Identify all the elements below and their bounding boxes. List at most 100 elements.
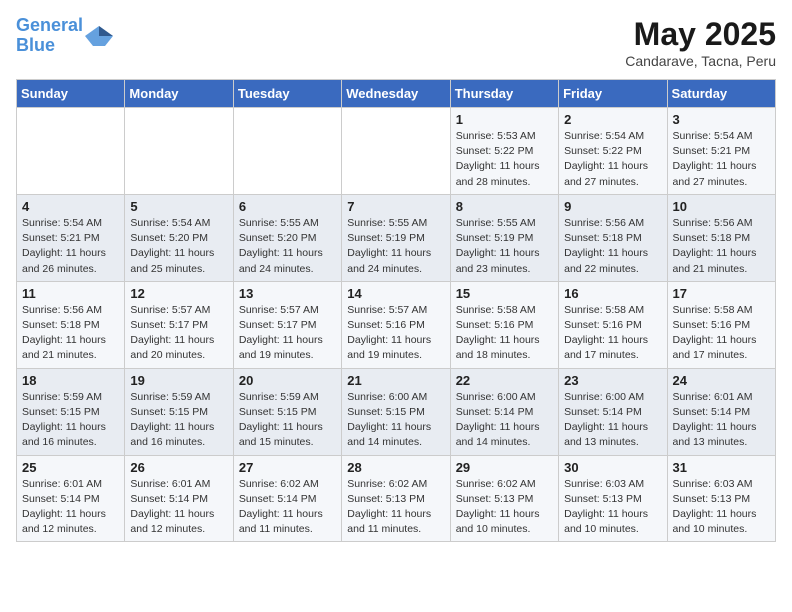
day-number: 15 [456, 286, 553, 301]
weekday-saturday: Saturday [667, 80, 775, 108]
calendar-cell: 3 Sunrise: 5:54 AM Sunset: 5:21 PM Daylig… [667, 108, 775, 195]
day-detail: Sunrise: 5:54 AM Sunset: 5:22 PM Dayligh… [564, 130, 648, 188]
calendar-cell: 29 Sunrise: 6:02 AM Sunset: 5:13 PM Dayli… [450, 455, 558, 542]
calendar-week-2: 4 Sunrise: 5:54 AM Sunset: 5:21 PM Daylig… [17, 194, 776, 281]
calendar-cell: 23 Sunrise: 6:00 AM Sunset: 5:14 PM Dayli… [559, 368, 667, 455]
day-number: 7 [347, 199, 444, 214]
calendar-cell: 10 Sunrise: 5:56 AM Sunset: 5:18 PM Dayli… [667, 194, 775, 281]
calendar-cell: 1 Sunrise: 5:53 AM Sunset: 5:22 PM Daylig… [450, 108, 558, 195]
day-number: 5 [130, 199, 227, 214]
calendar-week-1: 1 Sunrise: 5:53 AM Sunset: 5:22 PM Daylig… [17, 108, 776, 195]
day-number: 9 [564, 199, 661, 214]
weekday-thursday: Thursday [450, 80, 558, 108]
calendar-cell: 21 Sunrise: 6:00 AM Sunset: 5:15 PM Dayli… [342, 368, 450, 455]
calendar-cell: 16 Sunrise: 5:58 AM Sunset: 5:16 PM Dayli… [559, 281, 667, 368]
day-detail: Sunrise: 5:55 AM Sunset: 5:19 PM Dayligh… [456, 217, 540, 275]
day-detail: Sunrise: 5:58 AM Sunset: 5:16 PM Dayligh… [456, 304, 540, 362]
day-number: 6 [239, 199, 336, 214]
calendar-cell: 20 Sunrise: 5:59 AM Sunset: 5:15 PM Dayli… [233, 368, 341, 455]
location: Candarave, Tacna, Peru [625, 53, 776, 69]
day-detail: Sunrise: 6:02 AM Sunset: 5:13 PM Dayligh… [347, 478, 431, 536]
day-detail: Sunrise: 5:54 AM Sunset: 5:21 PM Dayligh… [673, 130, 757, 188]
weekday-friday: Friday [559, 80, 667, 108]
day-detail: Sunrise: 5:58 AM Sunset: 5:16 PM Dayligh… [673, 304, 757, 362]
day-number: 27 [239, 460, 336, 475]
calendar-table: SundayMondayTuesdayWednesdayThursdayFrid… [16, 79, 776, 542]
calendar-cell: 27 Sunrise: 6:02 AM Sunset: 5:14 PM Dayli… [233, 455, 341, 542]
day-detail: Sunrise: 6:01 AM Sunset: 5:14 PM Dayligh… [130, 478, 214, 536]
weekday-sunday: Sunday [17, 80, 125, 108]
day-number: 17 [673, 286, 770, 301]
calendar-cell: 4 Sunrise: 5:54 AM Sunset: 5:21 PM Daylig… [17, 194, 125, 281]
day-detail: Sunrise: 5:59 AM Sunset: 5:15 PM Dayligh… [239, 391, 323, 449]
title-block: May 2025 Candarave, Tacna, Peru [625, 16, 776, 69]
day-number: 19 [130, 373, 227, 388]
day-detail: Sunrise: 5:57 AM Sunset: 5:17 PM Dayligh… [239, 304, 323, 362]
calendar-cell: 2 Sunrise: 5:54 AM Sunset: 5:22 PM Daylig… [559, 108, 667, 195]
calendar-cell: 25 Sunrise: 6:01 AM Sunset: 5:14 PM Dayli… [17, 455, 125, 542]
calendar-cell [17, 108, 125, 195]
day-detail: Sunrise: 5:55 AM Sunset: 5:20 PM Dayligh… [239, 217, 323, 275]
day-number: 2 [564, 112, 661, 127]
calendar-cell: 31 Sunrise: 6:03 AM Sunset: 5:13 PM Dayli… [667, 455, 775, 542]
day-number: 23 [564, 373, 661, 388]
calendar-cell: 5 Sunrise: 5:54 AM Sunset: 5:20 PM Daylig… [125, 194, 233, 281]
day-detail: Sunrise: 5:56 AM Sunset: 5:18 PM Dayligh… [673, 217, 757, 275]
month-year: May 2025 [625, 16, 776, 53]
logo: GeneralBlue [16, 16, 113, 56]
day-number: 22 [456, 373, 553, 388]
day-number: 28 [347, 460, 444, 475]
calendar-cell: 26Sunrise: 6:01 AM Sunset: 5:14 PM Dayli… [125, 455, 233, 542]
day-number: 29 [456, 460, 553, 475]
day-number: 8 [456, 199, 553, 214]
day-detail: Sunrise: 6:02 AM Sunset: 5:14 PM Dayligh… [239, 478, 323, 536]
day-number: 14 [347, 286, 444, 301]
calendar-cell: 14 Sunrise: 5:57 AM Sunset: 5:16 PM Dayli… [342, 281, 450, 368]
calendar-cell [125, 108, 233, 195]
day-number: 10 [673, 199, 770, 214]
day-number: 1 [456, 112, 553, 127]
calendar-cell: 17 Sunrise: 5:58 AM Sunset: 5:16 PM Dayli… [667, 281, 775, 368]
day-detail: Sunrise: 5:53 AM Sunset: 5:22 PM Dayligh… [456, 130, 540, 188]
calendar-cell [233, 108, 341, 195]
day-detail: Sunrise: 5:58 AM Sunset: 5:16 PM Dayligh… [564, 304, 648, 362]
calendar-week-3: 11Sunrise: 5:56 AM Sunset: 5:18 PM Dayli… [17, 281, 776, 368]
calendar-cell: 18Sunrise: 5:59 AM Sunset: 5:15 PM Dayli… [17, 368, 125, 455]
day-detail: Sunrise: 5:56 AM Sunset: 5:18 PM Dayligh… [564, 217, 648, 275]
day-detail: Sunrise: 6:03 AM Sunset: 5:13 PM Dayligh… [564, 478, 648, 536]
day-number: 20 [239, 373, 336, 388]
day-number: 30 [564, 460, 661, 475]
calendar-body: 1 Sunrise: 5:53 AM Sunset: 5:22 PM Daylig… [17, 108, 776, 542]
day-number: 13 [239, 286, 336, 301]
day-detail: Sunrise: 5:59 AM Sunset: 5:15 PM Dayligh… [130, 391, 214, 449]
day-number: 18 [22, 373, 119, 388]
day-detail: Sunrise: 5:54 AM Sunset: 5:21 PM Dayligh… [22, 217, 106, 275]
page-header: GeneralBlue May 2025 Candarave, Tacna, P… [16, 16, 776, 69]
day-number: 12 [130, 286, 227, 301]
day-number: 4 [22, 199, 119, 214]
day-number: 21 [347, 373, 444, 388]
day-number: 31 [673, 460, 770, 475]
day-detail: Sunrise: 5:55 AM Sunset: 5:19 PM Dayligh… [347, 217, 431, 275]
calendar-cell: 13 Sunrise: 5:57 AM Sunset: 5:17 PM Dayli… [233, 281, 341, 368]
day-detail: Sunrise: 6:02 AM Sunset: 5:13 PM Dayligh… [456, 478, 540, 536]
calendar-cell: 24Sunrise: 6:01 AM Sunset: 5:14 PM Dayli… [667, 368, 775, 455]
calendar-cell: 8 Sunrise: 5:55 AM Sunset: 5:19 PM Daylig… [450, 194, 558, 281]
logo-icon [85, 24, 113, 48]
calendar-cell: 28 Sunrise: 6:02 AM Sunset: 5:13 PM Dayli… [342, 455, 450, 542]
calendar-cell: 11Sunrise: 5:56 AM Sunset: 5:18 PM Dayli… [17, 281, 125, 368]
calendar-cell: 19 Sunrise: 5:59 AM Sunset: 5:15 PM Dayli… [125, 368, 233, 455]
day-detail: Sunrise: 6:00 AM Sunset: 5:14 PM Dayligh… [564, 391, 648, 449]
day-detail: Sunrise: 6:03 AM Sunset: 5:13 PM Dayligh… [673, 478, 757, 536]
calendar-cell: 7 Sunrise: 5:55 AM Sunset: 5:19 PM Daylig… [342, 194, 450, 281]
day-detail: Sunrise: 5:54 AM Sunset: 5:20 PM Dayligh… [130, 217, 214, 275]
day-detail: Sunrise: 6:00 AM Sunset: 5:15 PM Dayligh… [347, 391, 431, 449]
day-number: 25 [22, 460, 119, 475]
day-number: 3 [673, 112, 770, 127]
day-number: 16 [564, 286, 661, 301]
weekday-monday: Monday [125, 80, 233, 108]
day-detail: Sunrise: 5:57 AM Sunset: 5:16 PM Dayligh… [347, 304, 431, 362]
calendar-cell: 22Sunrise: 6:00 AM Sunset: 5:14 PM Dayli… [450, 368, 558, 455]
day-detail: Sunrise: 6:01 AM Sunset: 5:14 PM Dayligh… [22, 478, 106, 536]
calendar-cell: 6 Sunrise: 5:55 AM Sunset: 5:20 PM Daylig… [233, 194, 341, 281]
